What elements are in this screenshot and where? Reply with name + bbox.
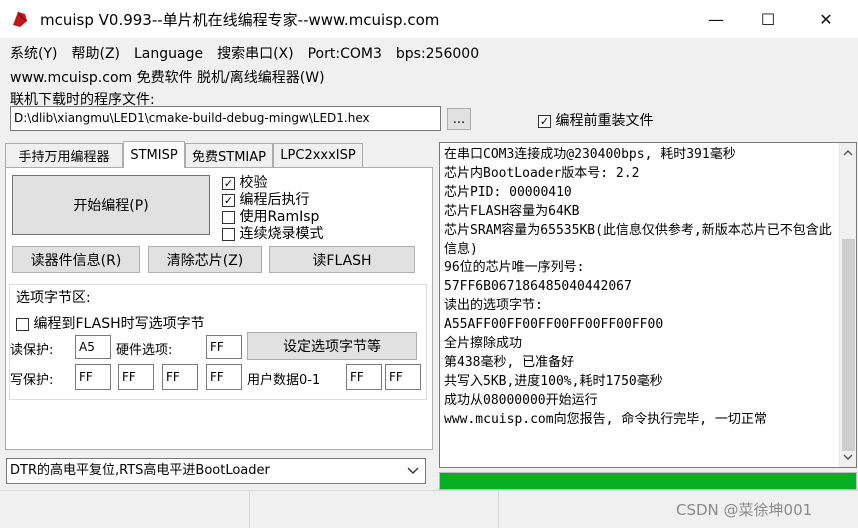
write-protect-label: 写保护: xyxy=(10,373,54,388)
write-protect-input-1[interactable]: FF xyxy=(118,364,154,390)
window-title: mcuisp V0.993--单片机在线编程专家--www.mcuisp.com xyxy=(40,11,440,29)
bootloader-mode-value: DTR的高电平复位,RTS高电平进BootLoader xyxy=(10,463,270,478)
menu-system[interactable]: 系统(Y) xyxy=(10,46,57,62)
menu-bar: 系统(Y) 帮助(Z) Language 搜索串口(X) Port:COM3 bps:25… xyxy=(10,43,493,63)
menu-search-port[interactable]: 搜索串口(X) xyxy=(217,46,294,62)
menu-offline-programmer[interactable]: www.mcuisp.com 免费软件 脱机/离线编程器(W) xyxy=(10,67,325,87)
continuous-check-icon xyxy=(222,227,235,241)
set-option-bytes-button[interactable]: 设定选项字节等 xyxy=(247,332,417,360)
reload-file-label: 编程前重装文件 xyxy=(555,113,654,129)
chevron-down-icon xyxy=(407,467,419,474)
menu-port[interactable]: Port:COM3 xyxy=(308,46,382,62)
log-output[interactable]: 在串口COM3连接成功@230400bps, 耗时391毫秒 芯片内BootLo… xyxy=(439,142,857,468)
user-data-input-0[interactable]: FF xyxy=(346,364,382,390)
scroll-up-icon[interactable] xyxy=(843,149,853,156)
read-flash-button[interactable]: 读FLASH xyxy=(269,246,415,273)
menu-help[interactable]: 帮助(Z) xyxy=(71,46,120,62)
progress-fill xyxy=(440,473,856,489)
browse-button[interactable]: ... xyxy=(447,108,471,130)
continuous-label: 连续烧录模式 xyxy=(239,226,324,242)
scroll-thumb[interactable] xyxy=(842,239,855,451)
close-icon: ✕ xyxy=(819,9,833,29)
log-text: 在串口COM3连接成功@230400bps, 耗时391毫秒 芯片内BootLo… xyxy=(444,147,832,427)
read-protect-label: 读保护: xyxy=(10,343,54,358)
watermark: CSDN @菜徐坤001 xyxy=(676,501,813,519)
log-scrollbar[interactable] xyxy=(839,143,856,467)
hw-option-label: 硬件选项: xyxy=(116,343,173,358)
tab-handheld[interactable]: 手持万用编程器 xyxy=(5,143,123,167)
maximize-button[interactable]: ☐ xyxy=(745,0,791,38)
erase-chip-button[interactable]: 清除芯片(Z) xyxy=(148,246,262,273)
hw-option-input[interactable]: FF xyxy=(206,335,242,359)
menu-language[interactable]: Language xyxy=(134,46,203,62)
verify-check-icon: ✓ xyxy=(222,176,235,190)
write-protect-input-0[interactable]: FF xyxy=(75,364,111,390)
run-after-check-icon: ✓ xyxy=(222,193,235,207)
program-opt-check-icon xyxy=(16,317,29,331)
continuous-mode-checkbox[interactable]: 连续烧录模式 xyxy=(222,223,323,243)
bootloader-mode-select[interactable]: DTR的高电平复位,RTS高电平进BootLoader xyxy=(6,458,426,484)
menu-bps[interactable]: bps:256000 xyxy=(396,46,479,62)
tab-lpc2xxxisp[interactable]: LPC2xxxISP xyxy=(273,143,363,167)
start-program-button[interactable]: 开始编程(P) xyxy=(12,175,210,235)
close-button[interactable]: ✕ xyxy=(803,0,849,38)
read-device-info-button[interactable]: 读器件信息(R) xyxy=(12,246,140,273)
reload-check-icon: ✓ xyxy=(538,114,551,128)
program-option-bytes-checkbox[interactable]: 编程到FLASH时写选项字节 xyxy=(16,313,205,333)
read-protect-input[interactable]: A5 xyxy=(75,335,111,359)
scroll-down-icon[interactable] xyxy=(843,454,853,461)
minimize-button[interactable]: — xyxy=(693,0,739,38)
write-protect-input-3[interactable]: FF xyxy=(206,364,242,390)
user-data-label: 用户数据0-1 xyxy=(247,373,321,388)
program-opt-label: 编程到FLASH时写选项字节 xyxy=(33,316,205,332)
stmisp-panel: 开始编程(P) ✓ 校验 ✓ 编程后执行 使用RamIsp 连续烧录模式 读器件… xyxy=(5,167,433,450)
reload-file-checkbox[interactable]: ✓ 编程前重装文件 xyxy=(538,110,653,130)
tab-free-stmiap[interactable]: 免费STMIAP xyxy=(185,143,273,167)
ramisp-check-icon xyxy=(222,210,235,224)
tab-stmisp[interactable]: STMISP xyxy=(123,141,185,168)
minimize-icon: — xyxy=(708,9,724,29)
app-logo-icon xyxy=(13,11,28,27)
maximize-icon: ☐ xyxy=(760,9,776,29)
progress-bar xyxy=(439,472,857,490)
option-bytes-title: 选项字节区: xyxy=(16,287,91,307)
title-bar[interactable]: mcuisp V0.993--单片机在线编程专家--www.mcuisp.com… xyxy=(0,0,858,38)
user-data-input-1[interactable]: FF xyxy=(385,364,421,390)
write-protect-input-2[interactable]: FF xyxy=(162,364,198,390)
file-path-input[interactable]: D:\dlib\xiangmu\LED1\cmake-build-debug-m… xyxy=(10,106,441,131)
